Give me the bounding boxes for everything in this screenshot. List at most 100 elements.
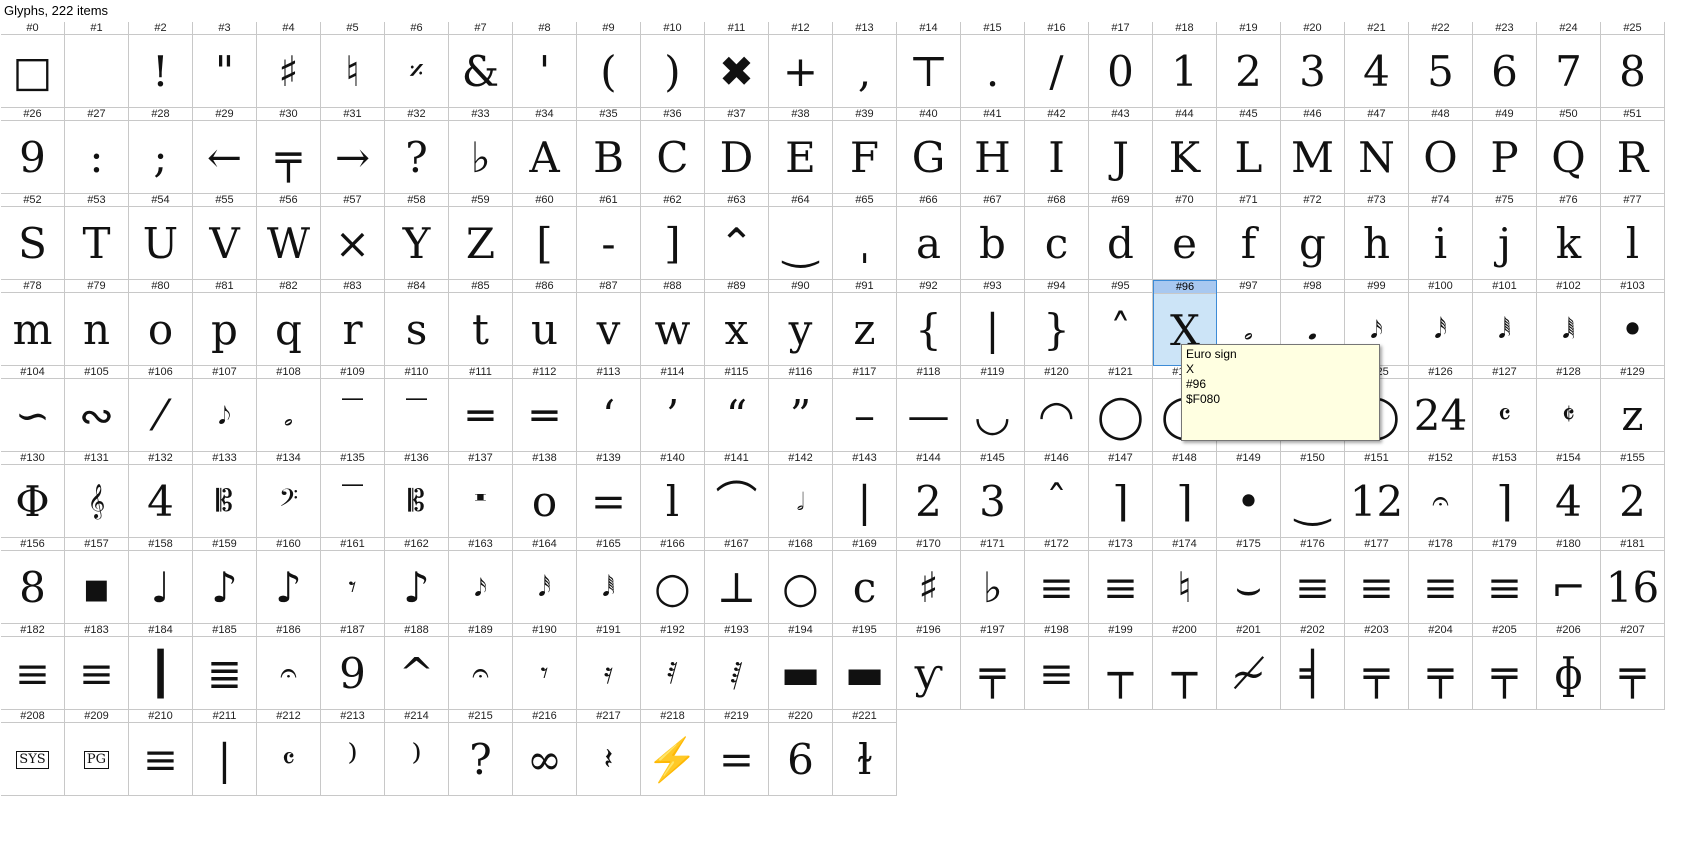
glyph-cell-163[interactable]: #163 𝅘𝅥𝅯 bbox=[449, 538, 513, 624]
glyph-cell-210[interactable]: #210 ≡ bbox=[129, 710, 193, 796]
glyph-cell-219[interactable]: #219 = bbox=[705, 710, 769, 796]
glyph-cell-18[interactable]: #18 1 bbox=[1153, 22, 1217, 108]
glyph-cell-144[interactable]: #144 2 bbox=[897, 452, 961, 538]
glyph-cell-51[interactable]: #51 R bbox=[1601, 108, 1665, 194]
glyph-cell-153[interactable]: #153 ⌉ bbox=[1473, 452, 1537, 538]
glyph-cell-198[interactable]: #198 ≡ bbox=[1025, 624, 1089, 710]
glyph-cell-10[interactable]: #10) bbox=[641, 22, 705, 108]
glyph-cell-175[interactable]: #175 ⌣ bbox=[1217, 538, 1281, 624]
glyph-cell-112[interactable]: #112 ═ bbox=[513, 366, 577, 452]
glyph-cell-33[interactable]: #33 ♭ bbox=[449, 108, 513, 194]
glyph-cell-104[interactable]: #104 ∽ bbox=[1, 366, 65, 452]
glyph-cell-41[interactable]: #41 H bbox=[961, 108, 1025, 194]
glyph-cell-69[interactable]: #69 d bbox=[1089, 194, 1153, 280]
glyph-cell-114[interactable]: #114 ’ bbox=[641, 366, 705, 452]
glyph-cell-109[interactable]: #109 ‾ bbox=[321, 366, 385, 452]
glyph-cell-90[interactable]: #90 y bbox=[769, 280, 833, 366]
glyph-cell-48[interactable]: #48 O bbox=[1409, 108, 1473, 194]
glyph-cell-20[interactable]: #20 3 bbox=[1281, 22, 1345, 108]
glyph-cell-216[interactable]: #216 ∞ bbox=[513, 710, 577, 796]
glyph-cell-147[interactable]: #147 ⌉ bbox=[1089, 452, 1153, 538]
glyph-cell-4[interactable]: #4 ♯ bbox=[257, 22, 321, 108]
glyph-cell-202[interactable]: #202 ╡ bbox=[1281, 624, 1345, 710]
glyph-cell-187[interactable]: #187 9 bbox=[321, 624, 385, 710]
glyph-cell-76[interactable]: #76 k bbox=[1537, 194, 1601, 280]
glyph-cell-43[interactable]: #43 J bbox=[1089, 108, 1153, 194]
glyph-cell-179[interactable]: #179 ≡ bbox=[1473, 538, 1537, 624]
glyph-cell-208[interactable]: #208 SYS bbox=[1, 710, 65, 796]
glyph-cell-211[interactable]: #211 | bbox=[193, 710, 257, 796]
glyph-cell-119[interactable]: #119 ◡ bbox=[961, 366, 1025, 452]
glyph-cell-135[interactable]: #135 ‾ bbox=[321, 452, 385, 538]
glyph-cell-133[interactable]: #133 𝄡 bbox=[193, 452, 257, 538]
glyph-cell-121[interactable]: #121 ◯ bbox=[1089, 366, 1153, 452]
glyph-cell-14[interactable]: #14 ⊤ bbox=[897, 22, 961, 108]
glyph-cell-130[interactable]: #130 Φ bbox=[1, 452, 65, 538]
glyph-cell-39[interactable]: #39 F bbox=[833, 108, 897, 194]
glyph-cell-217[interactable]: #217 𝄽 bbox=[577, 710, 641, 796]
glyph-cell-142[interactable]: #142 𝅗𝅥 bbox=[769, 452, 833, 538]
glyph-cell-196[interactable]: #196 ƴ bbox=[897, 624, 961, 710]
glyph-cell-31[interactable]: #31 → bbox=[321, 108, 385, 194]
glyph-cell-171[interactable]: #171 ♭ bbox=[961, 538, 1025, 624]
glyph-cell-146[interactable]: #146 ˆ bbox=[1025, 452, 1089, 538]
glyph-cell-168[interactable]: #168 ○ bbox=[769, 538, 833, 624]
glyph-cell-23[interactable]: #23 6 bbox=[1473, 22, 1537, 108]
glyph-cell-11[interactable]: #11 ✖ bbox=[705, 22, 769, 108]
glyph-cell-206[interactable]: #206 ɸ bbox=[1537, 624, 1601, 710]
glyph-cell-2[interactable]: #2! bbox=[129, 22, 193, 108]
glyph-cell-138[interactable]: #138 o bbox=[513, 452, 577, 538]
glyph-cell-65[interactable]: #65 ˌ bbox=[833, 194, 897, 280]
glyph-cell-126[interactable]: #126 24 bbox=[1409, 366, 1473, 452]
glyph-cell-160[interactable]: #160 ♪ bbox=[257, 538, 321, 624]
glyph-cell-59[interactable]: #59 Z bbox=[449, 194, 513, 280]
glyph-cell-191[interactable]: #191 𝄿 bbox=[577, 624, 641, 710]
glyph-cell-137[interactable]: #137 𝄺 bbox=[449, 452, 513, 538]
glyph-cell-132[interactable]: #132 4 bbox=[129, 452, 193, 538]
glyph-cell-141[interactable]: #141 ⌒ bbox=[705, 452, 769, 538]
glyph-cell-28[interactable]: #28; bbox=[129, 108, 193, 194]
glyph-cell-188[interactable]: #188 ^ bbox=[385, 624, 449, 710]
glyph-cell-205[interactable]: #205 ╤ bbox=[1473, 624, 1537, 710]
glyph-cell-38[interactable]: #38 E bbox=[769, 108, 833, 194]
glyph-cell-118[interactable]: #118 — bbox=[897, 366, 961, 452]
glyph-cell-157[interactable]: #157 ▪ bbox=[65, 538, 129, 624]
glyph-cell-62[interactable]: #62] bbox=[641, 194, 705, 280]
glyph-cell-164[interactable]: #164 𝅘𝅥𝅰 bbox=[513, 538, 577, 624]
glyph-cell-32[interactable]: #32? bbox=[385, 108, 449, 194]
glyph-cell-17[interactable]: #17 0 bbox=[1089, 22, 1153, 108]
glyph-cell-161[interactable]: #161 𝄾 bbox=[321, 538, 385, 624]
glyph-cell-6[interactable]: #6 𝄎 bbox=[385, 22, 449, 108]
glyph-cell-131[interactable]: #131 𝄞 bbox=[65, 452, 129, 538]
glyph-cell-92[interactable]: #92 { bbox=[897, 280, 961, 366]
glyph-cell-200[interactable]: #200 ┬ bbox=[1153, 624, 1217, 710]
glyph-cell-79[interactable]: #79 n bbox=[65, 280, 129, 366]
glyph-cell-185[interactable]: #185 ≣ bbox=[193, 624, 257, 710]
glyph-cell-129[interactable]: #129 ᴢ bbox=[1601, 366, 1665, 452]
glyph-cell-0[interactable]: #0 □ bbox=[1, 22, 65, 108]
glyph-cell-204[interactable]: #204 ╤ bbox=[1409, 624, 1473, 710]
glyph-cell-74[interactable]: #74 i bbox=[1409, 194, 1473, 280]
glyph-cell-150[interactable]: #150 ‿ bbox=[1281, 452, 1345, 538]
glyph-cell-86[interactable]: #86 u bbox=[513, 280, 577, 366]
glyph-cell-213[interactable]: #213 ⁾ bbox=[321, 710, 385, 796]
glyph-cell-201[interactable]: #201 ≁ bbox=[1217, 624, 1281, 710]
glyph-cell-166[interactable]: #166 ○ bbox=[641, 538, 705, 624]
glyph-cell-172[interactable]: #172 ≡ bbox=[1025, 538, 1089, 624]
glyph-cell-94[interactable]: #94} bbox=[1025, 280, 1089, 366]
glyph-cell-64[interactable]: #64 ‿ bbox=[769, 194, 833, 280]
glyph-cell-190[interactable]: #190 𝄾 bbox=[513, 624, 577, 710]
glyph-cell-134[interactable]: #134 𝄢 bbox=[257, 452, 321, 538]
glyph-cell-15[interactable]: #15. bbox=[961, 22, 1025, 108]
glyph-cell-80[interactable]: #80 o bbox=[129, 280, 193, 366]
glyph-cell-152[interactable]: #152 𝄐 bbox=[1409, 452, 1473, 538]
glyph-cell-36[interactable]: #36 C bbox=[641, 108, 705, 194]
glyph-cell-27[interactable]: #27: bbox=[65, 108, 129, 194]
glyph-cell-88[interactable]: #88 w bbox=[641, 280, 705, 366]
glyph-cell-46[interactable]: #46 M bbox=[1281, 108, 1345, 194]
glyph-cell-55[interactable]: #55 V bbox=[193, 194, 257, 280]
glyph-cell-174[interactable]: #174 ♮ bbox=[1153, 538, 1217, 624]
glyph-cell-209[interactable]: #209 PG bbox=[65, 710, 129, 796]
glyph-cell-81[interactable]: #81 p bbox=[193, 280, 257, 366]
glyph-cell-218[interactable]: #218 ⚡ bbox=[641, 710, 705, 796]
